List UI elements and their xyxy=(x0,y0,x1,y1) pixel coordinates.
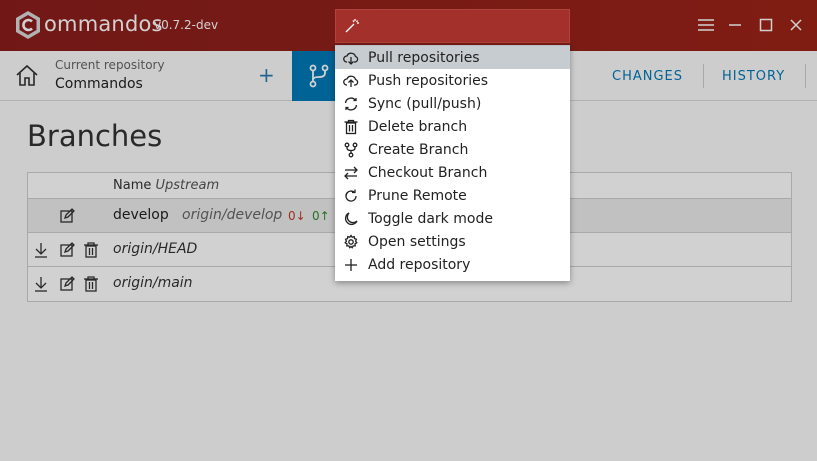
refresh-icon xyxy=(343,188,359,204)
command-add-repository[interactable]: Add repository xyxy=(335,253,570,276)
command-sync[interactable]: Sync (pull/push) xyxy=(335,92,570,115)
command-label: Add repository xyxy=(368,256,471,273)
command-label: Pull repositories xyxy=(368,49,480,66)
cloud-download-icon xyxy=(343,50,359,66)
command-label: Push repositories xyxy=(368,72,488,89)
cloud-upload-icon xyxy=(343,73,359,89)
command-prune-remote[interactable]: Prune Remote xyxy=(335,184,570,207)
command-palette xyxy=(335,9,570,43)
command-checkout-branch[interactable]: Checkout Branch xyxy=(335,161,570,184)
command-create-branch[interactable]: Create Branch xyxy=(335,138,570,161)
command-label: Create Branch xyxy=(368,141,469,158)
trash-icon xyxy=(343,119,359,135)
command-pull-repositories[interactable]: Pull repositories xyxy=(335,46,570,69)
command-label: Checkout Branch xyxy=(368,164,488,181)
sync-icon xyxy=(343,96,359,112)
command-palette-input[interactable] xyxy=(366,16,561,38)
command-label: Toggle dark mode xyxy=(368,210,493,227)
command-label: Delete branch xyxy=(368,118,468,135)
gear-icon xyxy=(343,233,359,250)
branch-icon xyxy=(343,142,359,158)
command-delete-branch[interactable]: Delete branch xyxy=(335,115,570,138)
plus-icon xyxy=(343,257,359,273)
moon-icon xyxy=(343,211,359,227)
command-open-settings[interactable]: Open settings xyxy=(335,230,570,253)
command-toggle-dark-mode[interactable]: Toggle dark mode xyxy=(335,207,570,230)
swap-icon xyxy=(343,165,359,181)
command-label: Sync (pull/push) xyxy=(368,95,482,112)
command-push-repositories[interactable]: Push repositories xyxy=(335,69,570,92)
magic-wand-icon xyxy=(345,19,359,33)
command-label: Prune Remote xyxy=(368,187,467,204)
command-label: Open settings xyxy=(368,233,466,250)
command-dropdown: Pull repositories Push repositories Sync… xyxy=(335,45,570,281)
